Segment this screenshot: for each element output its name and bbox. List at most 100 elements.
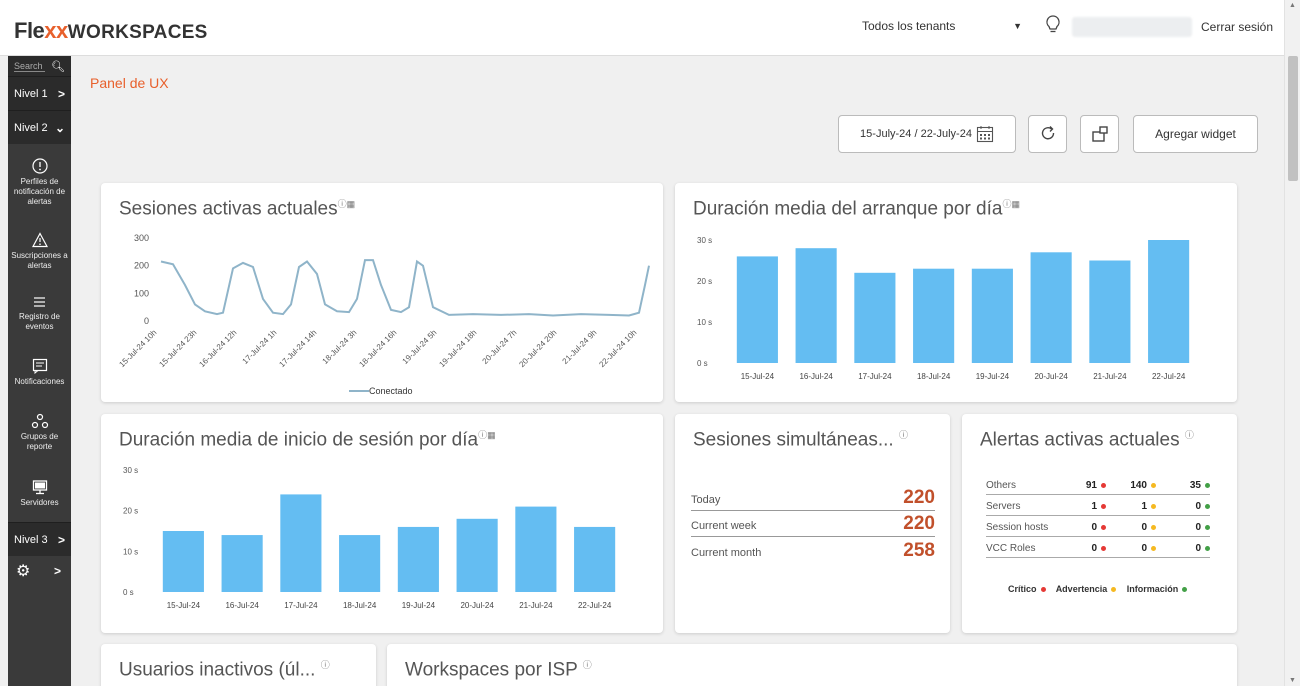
info-icon[interactable]: ⓘ <box>321 660 330 670</box>
x-tick-label: 15-Jul-24 10h <box>117 328 158 369</box>
alert-row: Servers 1 1 0 <box>986 495 1210 516</box>
bar-17-Jul-24 <box>854 272 896 363</box>
info-icon[interactable]: ⓘ <box>1185 430 1194 440</box>
level-label: Nivel 1 <box>14 87 48 100</box>
x-tick-label: 18-Jul-24 3h <box>321 328 359 366</box>
bar-18-Jul-24 <box>339 535 381 592</box>
sidebar-item-label: Perfiles de notificación de alertas <box>13 176 66 206</box>
x-tick-label: 21-Jul-24 <box>519 601 553 610</box>
y-tick-label: 300 <box>134 233 149 243</box>
info-count: 0 <box>1176 522 1210 533</box>
alert-row: Session hosts 0 0 0 <box>986 516 1210 537</box>
series-line-conectado <box>160 259 650 317</box>
sidebar-search[interactable]: Search 🔍︎ <box>8 56 71 76</box>
y-tick-label: 20 s <box>697 277 712 286</box>
sidebar: Search 🔍︎ Nivel 1 > Nivel 2 ⌄ Perfiles d… <box>8 56 71 686</box>
y-tick-label: 100 <box>134 288 149 298</box>
metric-row-month: Current month 258 <box>691 537 935 563</box>
refresh-button[interactable] <box>1028 115 1067 153</box>
bar-21-Jul-24 <box>515 506 557 592</box>
widget-title: Sesiones simultáneas... ⓘ <box>693 429 908 451</box>
chevron-right-icon: > <box>53 564 61 578</box>
critical-count: 0 <box>1072 543 1106 554</box>
sidebar-item-alert-subscriptions[interactable]: Suscripciones a alertas <box>8 220 71 282</box>
scroll-down-icon[interactable]: ▼ <box>1289 677 1296 684</box>
y-tick-label: 20 s <box>123 507 138 516</box>
widget-concurrent-sessions: Sesiones simultáneas... ⓘ Today 220 Curr… <box>675 414 950 633</box>
critical-dot-icon <box>1040 587 1046 593</box>
add-widget-button[interactable]: Agregar widget <box>1133 115 1258 153</box>
scrollbar-thumb[interactable] <box>1288 56 1298 181</box>
sidebar-item-notifications[interactable]: Notificaciones <box>8 344 71 400</box>
sidebar-item-event-log[interactable]: Registro de eventos <box>8 282 71 344</box>
tenant-select[interactable]: Todos los tenants ▼ <box>862 19 1022 33</box>
sidebar-item-servers[interactable]: Servidores <box>8 464 71 522</box>
legend-warning: Advertencia <box>1055 584 1108 594</box>
search-icon[interactable]: 🔍︎ <box>51 60 65 73</box>
widget-boot-duration: Duración media del arranque por díaⓘ▦ 0 … <box>675 183 1237 402</box>
date-range-button[interactable]: 15-July-24 / 22-July-24 <box>838 115 1016 153</box>
x-tick-label: 20-Jul-24 <box>1034 372 1068 381</box>
widget-active-sessions: Sesiones activas actualesⓘ▦ 0 100 200 300 15… <box>101 183 663 402</box>
y-tick-label: 10 s <box>697 318 712 327</box>
logout-link[interactable]: Cerrar sesión <box>1201 20 1273 34</box>
bar-20-Jul-24 <box>456 518 498 592</box>
sidebar-settings[interactable]: ⚙ > <box>8 556 71 586</box>
lightbulb-icon[interactable] <box>1044 14 1062 36</box>
user-name[interactable] <box>1072 17 1192 37</box>
x-tick-label: 20-Jul-24 7h <box>481 328 519 366</box>
y-tick-label: 0 <box>144 316 149 326</box>
y-tick-label: 200 <box>134 261 149 271</box>
sidebar-level-2[interactable]: Nivel 2 ⌄ <box>8 110 71 144</box>
alert-row: Others 91 140 35 <box>986 474 1210 495</box>
refresh-icon <box>1041 126 1054 140</box>
app-logo[interactable]: FlexxWORKSPACES <box>14 18 208 44</box>
page-title: Panel de UX <box>90 75 169 91</box>
sidebar-item-report-groups[interactable]: Grupos de reporte <box>8 400 71 464</box>
legend-info: Información <box>1126 584 1179 594</box>
sidebar-item-label: Grupos de reporte <box>20 431 59 451</box>
sidebar-item-label: Suscripciones a alertas <box>11 250 68 270</box>
widget-title: Workspaces por ISP ⓘ <box>405 659 592 681</box>
info-icon[interactable]: ⓘ <box>899 430 908 440</box>
x-tick-label: 20-Jul-24 <box>460 601 494 610</box>
chevron-down-icon: ⌄ <box>54 120 65 135</box>
sidebar-level-1[interactable]: Nivel 1 > <box>8 76 71 110</box>
bar-19-Jul-24 <box>397 526 439 592</box>
sidebar-level-3[interactable]: Nivel 3 > <box>8 522 71 556</box>
x-tick-label: 22-Jul-24 10h <box>597 328 638 369</box>
metric-value: 220 <box>903 487 935 508</box>
scroll-up-icon[interactable]: ▲ <box>1289 2 1296 9</box>
y-tick-label: 0 s <box>123 588 134 597</box>
critical-count: 1 <box>1072 501 1106 512</box>
x-tick-label: 19-Jul-24 5h <box>401 328 439 366</box>
search-input[interactable]: Search <box>14 61 46 72</box>
legend-label: Conectado <box>369 386 413 396</box>
chevron-right-icon: > <box>57 532 65 547</box>
calendar-icon <box>976 126 993 143</box>
x-tick-label: 17-Jul-24 <box>858 372 892 381</box>
sidebar-item-alert-profiles[interactable]: Perfiles de notificación de alertas <box>8 144 71 220</box>
x-tick-label: 17-Jul-24 1h <box>241 328 279 366</box>
bar-20-Jul-24 <box>1030 252 1072 363</box>
x-tick-label: 16-Jul-24 12h <box>197 328 238 369</box>
level-label: Nivel 3 <box>14 533 48 546</box>
x-tick-label: 17-Jul-24 14h <box>277 328 318 369</box>
x-tick-label: 20-Jul-24 20h <box>517 328 558 369</box>
login-duration-chart: 0 s 10 s 20 s 30 s 15-Jul-24 16-Jul-24 17-Jul-… <box>123 466 616 610</box>
monitor-icon <box>32 479 47 494</box>
x-tick-label: 21-Jul-24 9h <box>561 328 599 366</box>
alert-row: VCC Roles 0 0 0 <box>986 537 1210 558</box>
vertical-scrollbar[interactable]: ▲ ▼ <box>1284 0 1300 686</box>
info-count: 35 <box>1176 480 1210 491</box>
y-tick-label: 10 s <box>123 547 138 556</box>
metric-label: Current month <box>691 547 762 559</box>
layout-button[interactable] <box>1080 115 1119 153</box>
warning-triangle-icon <box>31 231 48 247</box>
x-tick-label: 18-Jul-24 <box>343 601 377 610</box>
chevron-right-icon: > <box>57 86 65 101</box>
y-tick-label: 30 s <box>697 236 712 245</box>
bar-19-Jul-24 <box>971 268 1013 363</box>
gear-icon: ⚙ <box>16 563 31 580</box>
info-icon[interactable]: ⓘ <box>583 660 592 670</box>
